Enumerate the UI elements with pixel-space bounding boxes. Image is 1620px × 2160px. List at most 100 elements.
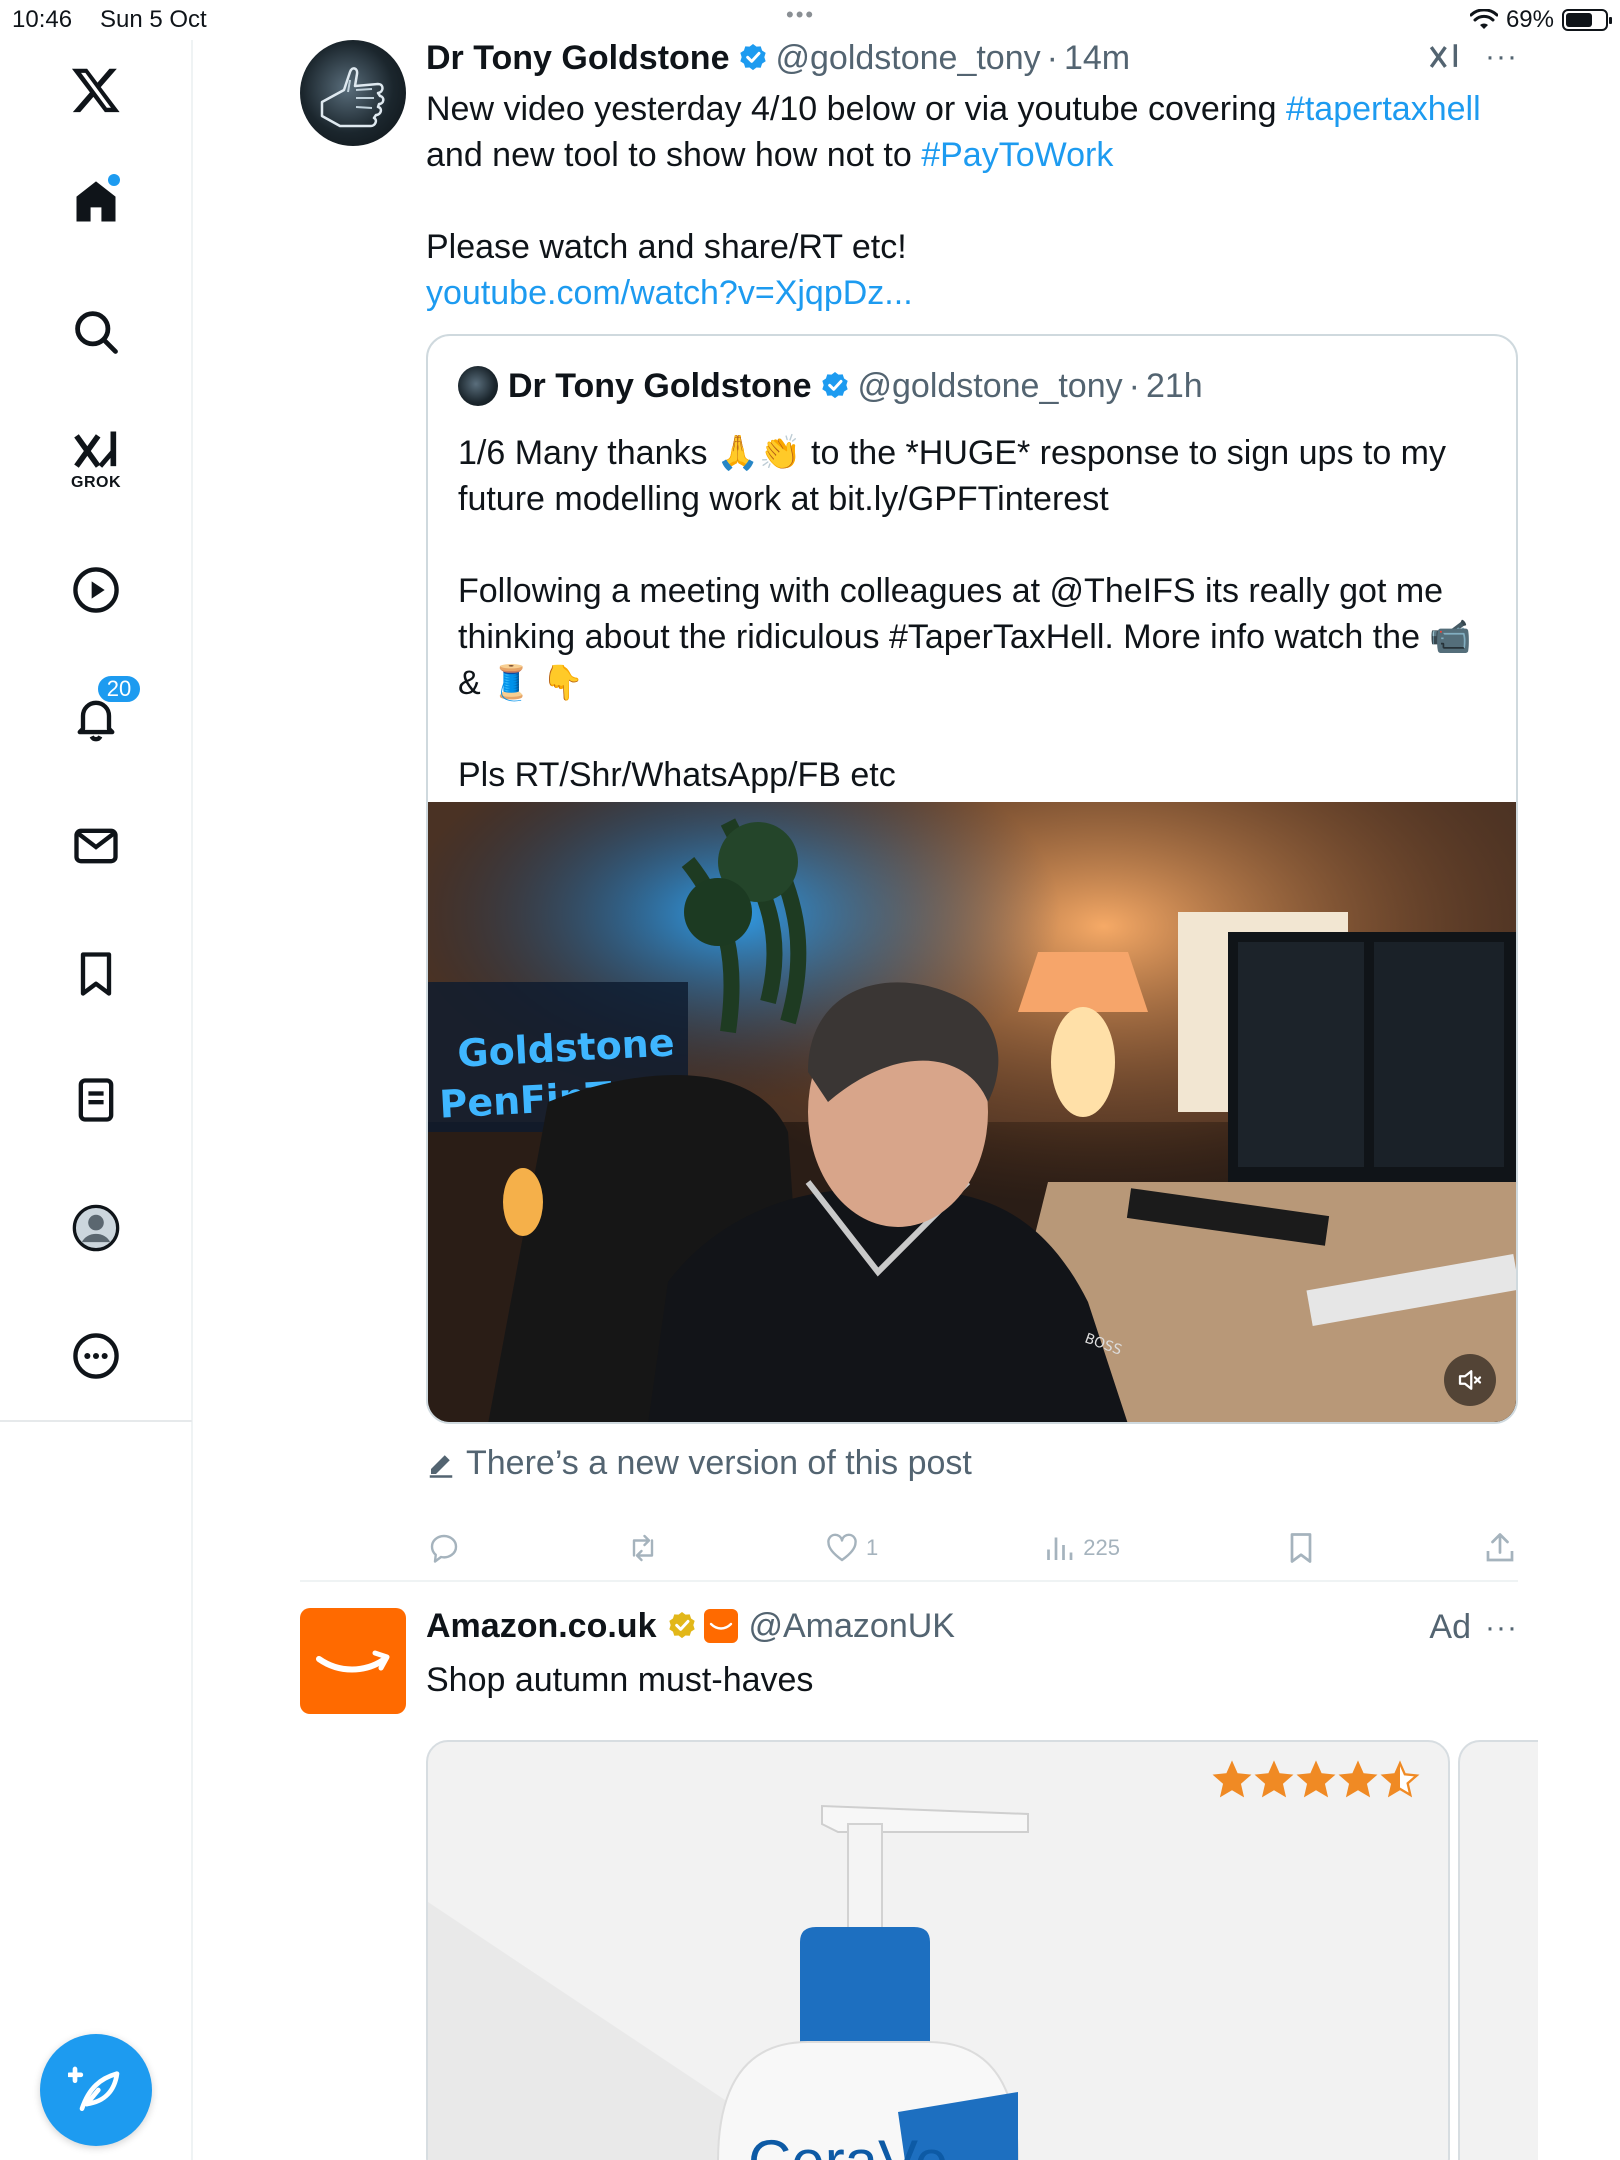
tweet-text-part3: Please watch and share/RT etc!	[426, 228, 907, 266]
ad-body: Amazon.co.uk @AmazonUK Ad ··· Shop autum…	[426, 1607, 1518, 1702]
video-frame: Goldstone PenFinTech BOSS	[428, 802, 1516, 1422]
star-icon	[1296, 1760, 1336, 1798]
tweet-time[interactable]: 14m	[1064, 39, 1130, 78]
nav-lists[interactable]	[56, 1060, 136, 1140]
views-button[interactable]: 225	[1041, 1528, 1120, 1568]
amazon-avatar[interactable]	[300, 1608, 406, 1714]
hashtag-paytowork[interactable]: #PayToWork	[921, 136, 1113, 174]
view-count: 225	[1083, 1535, 1120, 1560]
sidebar-divider	[0, 1420, 192, 1422]
wifi-icon	[1469, 9, 1498, 29]
bookmark-icon	[1290, 1533, 1312, 1563]
author-avatar[interactable]	[300, 40, 406, 146]
ad-more-button[interactable]: ···	[1485, 1611, 1518, 1645]
reply-button[interactable]	[426, 1528, 462, 1568]
multitask-dots[interactable]: •••	[786, 2, 815, 28]
quote-author-avatar	[458, 366, 498, 406]
bookmark-button[interactable]	[1283, 1528, 1319, 1568]
gold-verified-badge-icon	[669, 1612, 696, 1639]
verified-badge-icon	[822, 372, 849, 399]
quote-author-name: Dr Tony Goldstone	[508, 366, 812, 405]
cerave-bottle-image: CeraVe	[428, 1804, 1029, 2160]
star-icon	[1254, 1760, 1294, 1798]
nav-messages[interactable]	[56, 806, 136, 886]
new-version-notice[interactable]: There’s a new version of this post	[426, 1444, 1518, 1483]
status-date: Sun 5 Oct	[100, 6, 207, 33]
hashtag-tapertaxhell[interactable]: #tapertaxhell	[1286, 90, 1481, 128]
battery-icon	[1562, 9, 1612, 31]
compose-button[interactable]	[40, 2034, 152, 2146]
quote-header: Dr Tony Goldstone @goldstone_tony · 21h	[458, 366, 1203, 406]
tweet-text-part1: New video yesterday 4/10 below or via yo…	[426, 90, 1286, 128]
share-icon	[1486, 1533, 1514, 1562]
nav-more[interactable]	[56, 1316, 136, 1396]
ad-text: Shop autumn must-haves	[426, 1661, 814, 1699]
sidebar: GROK 20	[0, 40, 193, 2160]
status-right: 69%	[1469, 6, 1612, 34]
feed-divider	[300, 1580, 1518, 1582]
edit-pencil-icon	[429, 1454, 453, 1478]
tweet-header: Dr Tony Goldstone @goldstone_tony · 14m	[426, 38, 1518, 78]
grok-icon[interactable]	[1427, 40, 1461, 74]
repost-button[interactable]	[625, 1528, 661, 1568]
notifications-badge: 20	[96, 674, 142, 704]
youtube-link[interactable]: youtube.com/watch?v=XjqpDz...	[426, 274, 913, 312]
quote-video[interactable]: Goldstone PenFinTech BOSS	[428, 802, 1516, 1422]
nav-explore[interactable]	[56, 292, 136, 372]
quote-separator: ·	[1128, 366, 1140, 405]
author-handle[interactable]: @goldstone_tony	[775, 39, 1040, 78]
ad-next-card[interactable]	[1458, 1740, 1538, 2160]
quote-author-handle: @goldstone_tony	[857, 366, 1123, 405]
author-name[interactable]: Dr Tony Goldstone	[426, 39, 729, 78]
star-icon	[1212, 1760, 1252, 1798]
header-separator: ·	[1046, 38, 1058, 77]
nav-notifications[interactable]: 20	[56, 674, 142, 758]
play-circle-icon	[73, 567, 119, 613]
nav-bookmarks[interactable]	[56, 934, 136, 1014]
ad-label: Ad	[1429, 1608, 1472, 1646]
tweet-actions: 1 225	[426, 1528, 1518, 1568]
grok-label: GROK	[71, 474, 121, 491]
nav-grok[interactable]: GROK	[56, 420, 136, 500]
product-brand: CeraVe	[748, 2128, 948, 2160]
share-button[interactable]	[1482, 1528, 1518, 1568]
x-logo-icon[interactable]	[56, 50, 136, 130]
like-count: 1	[866, 1535, 879, 1560]
quoted-tweet[interactable]: Dr Tony Goldstone @goldstone_tony · 21h …	[426, 334, 1518, 1424]
ad-header: Amazon.co.uk @AmazonUK	[426, 1607, 1518, 1646]
bookmark-icon	[80, 952, 112, 996]
amazon-smile-icon	[316, 1650, 390, 1673]
ad-author-name[interactable]: Amazon.co.uk	[426, 1607, 656, 1646]
mute-button[interactable]	[1444, 1354, 1496, 1406]
verified-badge-icon	[740, 44, 767, 71]
like-button[interactable]: 1	[824, 1528, 878, 1568]
tweet-text: New video yesterday 4/10 below or via yo…	[426, 86, 1518, 316]
repost-icon	[632, 1534, 654, 1562]
home-unread-dot	[108, 174, 120, 186]
thumbs-up-xray-icon	[320, 67, 385, 128]
ad-author-handle[interactable]: @AmazonUK	[748, 1607, 954, 1646]
quote-text: 1/6 Many thanks 🙏👏 to the *HUGE* respons…	[458, 434, 1472, 794]
reply-icon	[430, 1534, 458, 1563]
new-version-text: There’s a new version of this post	[466, 1444, 972, 1482]
nav-home[interactable]	[56, 162, 136, 242]
status-time: 10:46	[12, 6, 73, 33]
profile-avatar-icon	[72, 1204, 120, 1252]
nav-profile[interactable]	[56, 1188, 136, 1268]
more-circle-icon	[73, 1333, 119, 1379]
list-icon	[78, 1078, 114, 1122]
ad-header-actions: Ad ···	[1429, 1608, 1518, 1647]
mail-icon	[74, 828, 118, 864]
nav-video[interactable]	[56, 550, 136, 630]
muted-speaker-icon	[1458, 1370, 1482, 1390]
ad-product-card[interactable]: CeraVe	[426, 1740, 1450, 2160]
tweet-more-button[interactable]: ···	[1485, 40, 1518, 74]
amazon-affiliate-badge-icon	[704, 1609, 739, 1643]
tweet-body: Dr Tony Goldstone @goldstone_tony · 14m …	[426, 38, 1518, 1483]
grok-icon	[74, 431, 117, 468]
tweet-header-actions: ···	[1427, 40, 1518, 74]
battery-percent: 69%	[1505, 6, 1554, 33]
compose-feather-icon	[68, 2066, 120, 2111]
search-icon	[75, 311, 118, 354]
quote-time: 21h	[1145, 366, 1203, 405]
